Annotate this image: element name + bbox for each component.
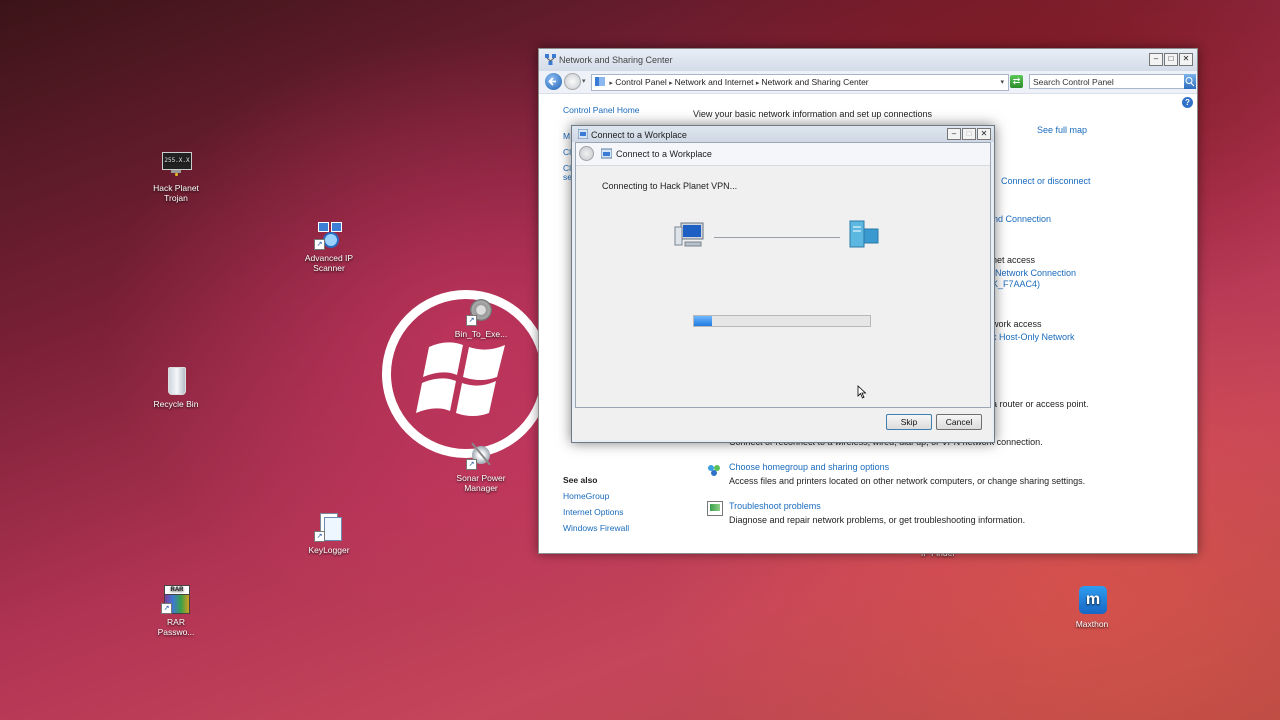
dialog-minimize-button[interactable]: – [947,128,961,140]
control-panel-icon [595,77,605,86]
desktop-icon-label: Hack Planet Trojan [153,183,199,203]
search-input[interactable]: Search Control Panel [1029,74,1185,89]
troubleshoot-desc: Diagnose and repair network problems, or… [729,515,1026,525]
connection-link[interactable]: nd Connection [993,214,1051,224]
refresh-icon[interactable]: ⇄ [1010,75,1023,88]
desktop-icon-label: RAR Passwo... [157,617,195,637]
dialog-header: Connect to a Workplace [576,143,990,166]
access-type-text: work access [992,319,1042,329]
homegroup-link[interactable]: HomeGroup [563,491,609,501]
connect-or-disconnect-link[interactable]: Connect or disconnect [1001,176,1091,186]
address-dropdown-icon[interactable]: ▾ [1000,75,1004,90]
breadcrumb[interactable]: ▸ Control Panel ▸ Network and Internet ▸… [591,74,1009,91]
page-heading: View your basic network information and … [693,109,932,119]
troubleshoot-icon [707,501,723,516]
minimize-button[interactable]: – [1149,53,1163,66]
dialog-header-text: Connect to a Workplace [616,149,712,159]
monitor-icon: 255.X.X [161,150,192,180]
host-only-network-link[interactable]: x Host-Only Network [992,332,1075,342]
network-connection-link[interactable]: Network Connection [995,268,1076,278]
dialog-titlebar[interactable]: Connect to a Workplace – □ ✕ [572,126,994,142]
history-dropdown-icon[interactable]: ▾ [582,77,586,85]
shortcut-arrow-icon: ↗ [466,315,477,326]
desktop-icon-label: Sonar Power Manager [456,473,506,493]
recycle-bin-icon [161,366,191,396]
desktop-icon-bin-to-exe[interactable]: ↗ Bin_To_Exe... [441,296,521,339]
left-link-truncated[interactable]: Cl [563,147,571,157]
window-titlebar[interactable]: Network and Sharing Center – □ ✕ [539,49,1197,71]
document-icon: ↗ [314,512,344,542]
shortcut-arrow-icon: ↗ [466,459,477,470]
maximize-button[interactable]: □ [1164,53,1178,66]
homegroup-sharing-options-link[interactable]: Choose homegroup and sharing options [729,462,889,472]
window-title: Network and Sharing Center [559,55,673,65]
breadcrumb-network-sharing-center[interactable]: Network and Sharing Center [761,77,868,87]
search-icon[interactable] [1184,74,1196,89]
help-icon[interactable]: ? [1182,97,1193,108]
desktop-icon-sonar-power-manager[interactable]: ↗ Sonar Power Manager [441,440,521,493]
maxthon-icon: m [1077,586,1107,616]
mouse-cursor-icon [857,385,867,399]
homegroup-icon [707,463,721,477]
connection-line [714,237,840,238]
desktop-icon-recycle-bin[interactable]: Recycle Bin [136,366,216,409]
breadcrumb-control-panel[interactable]: Control Panel [615,77,667,87]
forward-button[interactable] [564,73,581,90]
close-button[interactable]: ✕ [1179,53,1193,66]
address-bar: ▾ ▸ Control Panel ▸ Network and Internet… [539,71,1197,94]
desktop-icon-hack-planet-trojan[interactable]: 255.X.X Hack Planet Trojan [136,150,216,203]
cancel-button[interactable]: Cancel [936,414,982,430]
dialog-close-button[interactable]: ✕ [977,128,991,140]
desktop-icon-rar-password[interactable]: RAR ↗ RAR Passwo... [136,584,216,637]
desktop-icon-label: Maxthon [1075,619,1109,629]
dialog-footer: Skip Cancel [572,408,992,440]
desktop-icon-label: KeyLogger [308,545,350,555]
gear-icon: ↗ [466,296,496,326]
desktop-icon-advanced-ip-scanner[interactable]: ↗ Advanced IP Scanner [289,220,369,273]
connection-status-text: Connecting to Hack Planet VPN... [602,181,738,191]
control-panel-home-link[interactable]: Control Panel Home [563,105,640,115]
desktop-icon-label: Advanced IP Scanner [304,253,354,273]
server-icon [848,219,882,251]
dialog-back-button [579,146,594,161]
back-button[interactable] [545,73,562,90]
see-also-heading: See also [563,475,598,485]
back-arrow-icon [548,77,556,86]
router-text: a router or access point. [992,399,1089,409]
shortcut-arrow-icon: ↗ [161,603,172,614]
network-icon [545,54,556,65]
homegroup-sharing-desc: Access files and printers located on oth… [729,476,1086,486]
desktop-icon-keylogger[interactable]: ↗ KeyLogger [289,512,369,555]
shortcut-arrow-icon: ↗ [314,239,325,250]
dialog-title: Connect to a Workplace [591,130,687,140]
connect-workplace-dialog: Connect to a Workplace – □ ✕ Connect to … [571,125,995,443]
desktop-icon-maxthon[interactable]: m Maxthon [1052,586,1132,629]
network-scanner-icon: ↗ [314,220,344,250]
troubleshoot-problems-link[interactable]: Troubleshoot problems [729,501,821,511]
breadcrumb-network-and-internet[interactable]: Network and Internet [675,77,754,87]
workplace-network-icon [578,129,588,139]
windows-firewall-link[interactable]: Windows Firewall [563,523,629,533]
left-link-truncated[interactable]: M [563,131,570,141]
desktop-icon-label: Bin_To_Exe... [454,329,508,339]
shortcut-arrow-icon: ↗ [314,531,325,542]
dialog-content: Connect to a Workplace Connecting to Hac… [575,142,991,408]
progress-fill [694,316,712,326]
workplace-network-icon [601,148,612,159]
connection-progress-bar [693,315,871,327]
desktop-icon-label: Recycle Bin [153,399,199,409]
adapter-id-text[interactable]: K_F7AAC4) [992,279,1040,289]
dialog-maximize-button: □ [962,128,976,140]
satellite-icon: ↗ [466,440,496,470]
chevron-icon: ▸ [609,80,613,87]
internet-options-link[interactable]: Internet Options [563,507,623,517]
access-type-text: net access [992,255,1036,265]
rar-archive-icon: RAR ↗ [161,584,191,614]
computer-icon [672,221,706,251]
see-full-map-link[interactable]: See full map [1037,125,1087,135]
skip-button[interactable]: Skip [886,414,932,430]
